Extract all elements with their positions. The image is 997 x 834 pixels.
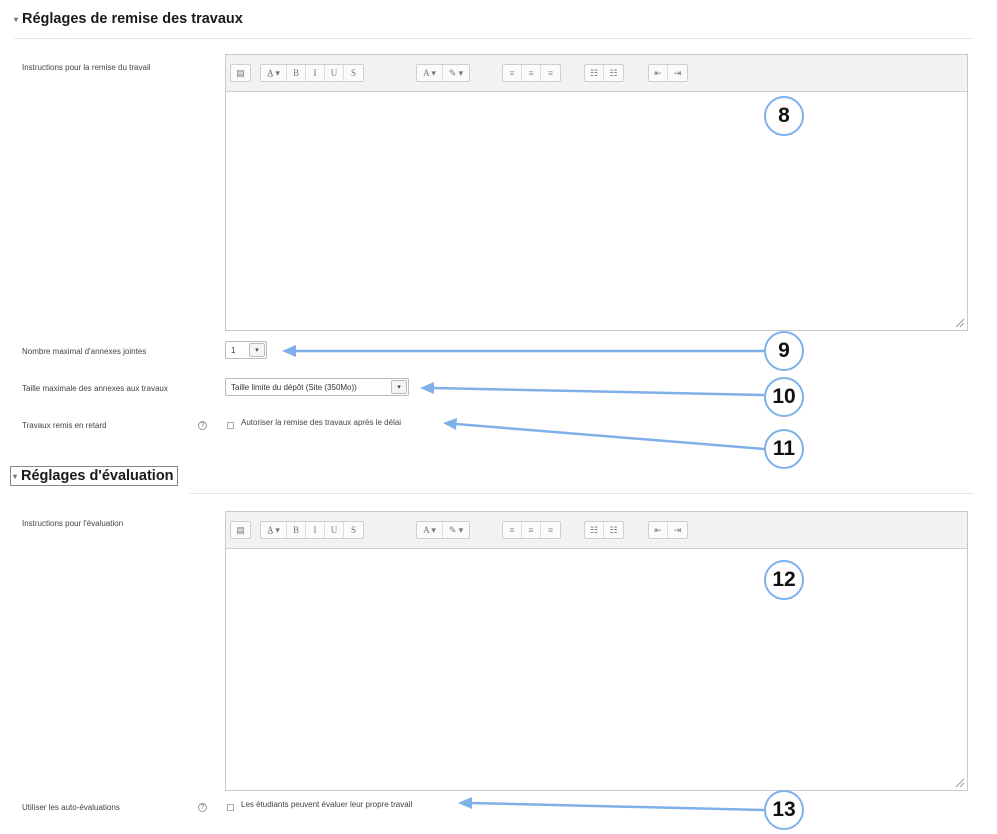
arrow-head [282, 345, 296, 357]
grading-instructions-label: Instructions pour l'évaluation [22, 519, 124, 528]
self-evaluation-checkbox[interactable] [227, 804, 234, 811]
max-files-value: 1 [231, 345, 236, 355]
align-center-icon[interactable]: ≡ [522, 522, 541, 538]
underline-icon[interactable]: U [325, 522, 344, 538]
late-submissions-checkbox-label[interactable]: Autoriser la remise des travaux après le… [241, 418, 401, 427]
submission-instructions-editor[interactable]: ▤ A̲ ▾ B I U S A ▾ ✎ ▾ ≡ ≡ ≡ ☷ ☷ ⇤ ⇥ [225, 54, 968, 331]
callout-arrow [455, 422, 765, 451]
italic-icon[interactable]: I [306, 65, 325, 81]
help-icon[interactable]: ? [198, 803, 207, 812]
callout-badge-9: 9 [764, 331, 804, 371]
align-left-icon[interactable]: ≡ [503, 65, 522, 81]
toolbar-toggle-icon[interactable]: ▤ [231, 65, 250, 81]
self-evaluation-label: Utiliser les auto-évaluations [22, 803, 120, 812]
unordered-list-icon[interactable]: ☷ [585, 522, 604, 538]
resize-handle-icon[interactable] [953, 776, 965, 788]
arrow-head [420, 382, 434, 394]
submission-instructions-label: Instructions pour la remise du travail [22, 63, 151, 72]
bold-icon[interactable]: B [287, 65, 306, 81]
collapse-icon: ▾ [14, 14, 19, 24]
indent-icon[interactable]: ⇥ [668, 65, 687, 81]
section-submission-header[interactable]: ▾ Réglages de remise des travaux [14, 11, 243, 27]
section-grading-title: Réglages d'évaluation [21, 468, 174, 484]
font-color-icon[interactable]: A ▾ [417, 522, 443, 538]
align-left-icon[interactable]: ≡ [503, 522, 522, 538]
strikethrough-icon[interactable]: S [344, 522, 363, 538]
italic-icon[interactable]: I [306, 522, 325, 538]
align-right-icon[interactable]: ≡ [541, 65, 560, 81]
highlight-icon[interactable]: ✎ ▾ [443, 65, 469, 81]
max-files-select[interactable]: 1 ▾ [225, 341, 267, 359]
callout-badge-13: 13 [764, 790, 804, 830]
toolbar-toggle-icon[interactable]: ▤ [231, 522, 250, 538]
late-submissions-label: Travaux remis en retard [22, 421, 107, 430]
font-color-icon[interactable]: A ▾ [417, 65, 443, 81]
editor-toolbar: ▤ A̲ ▾ B I U S A ▾ ✎ ▾ ≡ ≡ ≡ ☷ ☷ ⇤ ⇥ [226, 512, 967, 549]
late-submissions-checkbox[interactable] [227, 422, 234, 429]
help-icon[interactable]: ? [198, 421, 207, 430]
max-size-label: Taille maximale des annexes aux travaux [22, 384, 168, 393]
unordered-list-icon[interactable]: ☷ [585, 65, 604, 81]
bold-icon[interactable]: B [287, 522, 306, 538]
chevron-down-icon: ▾ [249, 343, 265, 357]
align-center-icon[interactable]: ≡ [522, 65, 541, 81]
arrow-head [458, 797, 472, 809]
resize-handle-icon[interactable] [953, 316, 965, 328]
callout-badge-11: 11 [764, 429, 804, 469]
max-size-value: Taille limite du dépôt (Site (350Mo)) [231, 382, 357, 392]
callout-arrow [431, 386, 765, 397]
max-size-select[interactable]: Taille limite du dépôt (Site (350Mo)) ▾ [225, 378, 409, 396]
ordered-list-icon[interactable]: ☷ [604, 65, 623, 81]
text-style-icon[interactable]: A̲ ▾ [261, 522, 287, 538]
section-divider [14, 38, 974, 39]
strikethrough-icon[interactable]: S [344, 65, 363, 81]
text-style-icon[interactable]: A̲ ▾ [261, 65, 287, 81]
self-evaluation-checkbox-label[interactable]: Les étudiants peuvent évaluer leur propr… [241, 800, 412, 809]
callout-arrow [469, 801, 765, 812]
max-files-label: Nombre maximal d'annexes jointes [22, 347, 147, 356]
section-divider [190, 493, 974, 494]
ordered-list-icon[interactable]: ☷ [604, 522, 623, 538]
section-grading-header[interactable]: ▾ Réglages d'évaluation [10, 466, 178, 486]
outdent-icon[interactable]: ⇤ [649, 522, 668, 538]
underline-icon[interactable]: U [325, 65, 344, 81]
chevron-down-icon: ▾ [391, 380, 407, 394]
highlight-icon[interactable]: ✎ ▾ [443, 522, 469, 538]
callout-badge-8: 8 [764, 96, 804, 136]
grading-instructions-editor[interactable]: ▤ A̲ ▾ B I U S A ▾ ✎ ▾ ≡ ≡ ≡ ☷ ☷ ⇤ ⇥ [225, 511, 968, 791]
arrow-head [443, 418, 457, 430]
outdent-icon[interactable]: ⇤ [649, 65, 668, 81]
indent-icon[interactable]: ⇥ [668, 522, 687, 538]
callout-badge-10: 10 [764, 377, 804, 417]
collapse-icon: ▾ [13, 471, 18, 481]
editor-toolbar: ▤ A̲ ▾ B I U S A ▾ ✎ ▾ ≡ ≡ ≡ ☷ ☷ ⇤ ⇥ [226, 55, 967, 92]
callout-badge-12: 12 [764, 560, 804, 600]
align-right-icon[interactable]: ≡ [541, 522, 560, 538]
section-submission-title: Réglages de remise des travaux [22, 11, 243, 27]
